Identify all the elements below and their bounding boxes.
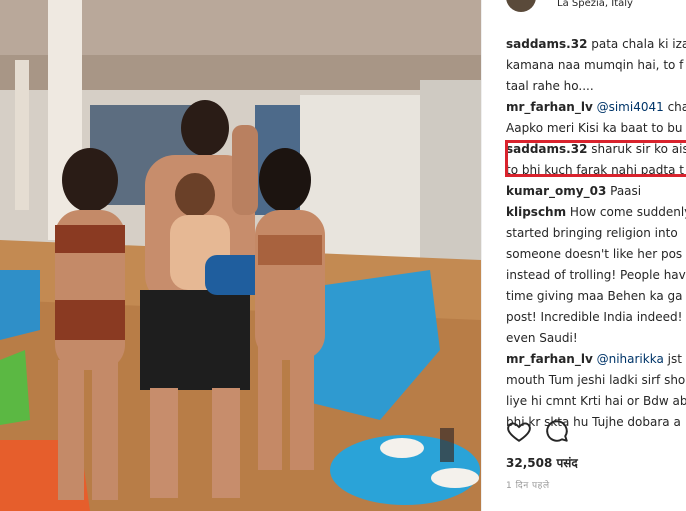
comment-line: mouth Tum jeshi ladki sirf sho [506,372,686,389]
comment-mention[interactable]: @simi4041 [593,100,664,114]
comment-text: instead of trolling! People hav [506,268,686,282]
comment-text: Paasi [606,184,642,198]
comment-item: klipschm How come suddenly started bringi… [506,204,686,347]
comment-text: started bringing religion into [506,226,678,240]
heart-icon[interactable] [506,418,532,444]
post-timestamp: 1 दिन पहले [506,481,550,491]
comments-panel: La Spezia, Italy saddams.32 pata chala k… [481,0,686,511]
likes-count[interactable]: 32,508 पसंद [506,454,578,471]
comment-item: mr_farhan_lv @simi4041 chal Aapko meri Ki… [506,99,686,137]
comment-username[interactable]: kumar_omy_03 [506,184,606,198]
comment-text: post! Incredible India indeed! [506,310,683,324]
comment-item: kumar_omy_03 Paasi [506,183,686,200]
comment-item: saddams.32 pata chala ki izat kamana naa … [506,36,686,95]
comment-text: bhi kr skta hu Tujhe dobara a [506,415,681,429]
comment-line: bhi kr skta hu Tujhe dobara a [506,414,686,431]
comment-text: kamana naa mumqin hai, to f [506,58,684,72]
comment-line: even Saudi! [506,330,686,347]
comment-username[interactable]: mr_farhan_lv [506,100,593,114]
comment-text: even Saudi! [506,331,578,345]
comment-line: taal rahe ho.... [506,78,686,95]
comment-line: kumar_omy_03 Paasi [506,183,686,200]
comment-text: pata chala ki izat [587,37,686,51]
post-location[interactable]: La Spezia, Italy [557,0,633,9]
comment-line: mr_farhan_lv @simi4041 chal [506,99,686,116]
comment-mention[interactable]: @niharikka [593,352,664,366]
comment-text: time giving maa Behen ka ga [506,289,683,303]
comment-line: liye hi cmnt Krti hai or Bdw ab [506,393,686,410]
comment-text: taal rahe ho.... [506,79,594,93]
comment-line: Aapko meri Kisi ka baat to bu [506,120,686,137]
comment-text: Aapko meri Kisi ka baat to bu [506,121,683,135]
comment-text: someone doesn't like her pos [506,247,683,261]
comment-line: kamana naa mumqin hai, to f [506,57,686,74]
comment-icon[interactable] [544,418,570,444]
comment-line: time giving maa Behen ka ga [506,288,686,305]
avatar[interactable] [506,0,536,12]
comment-text: liye hi cmnt Krti hai or Bdw ab [506,394,686,408]
comment-line: started bringing religion into [506,225,686,242]
comment-username[interactable]: klipschm [506,205,566,219]
post-photo[interactable] [0,0,481,511]
comment-line: mr_farhan_lv @niharikka jst S [506,351,686,368]
comment-username[interactable]: mr_farhan_lv [506,352,593,366]
post-header: La Spezia, Italy [482,0,686,14]
highlight-box [505,140,686,177]
comment-text: chal [667,100,686,114]
comment-text: mouth Tum jeshi ladki sirf sho [506,373,686,387]
comment-line: klipschm How come suddenly [506,204,686,221]
comment-line: someone doesn't like her pos [506,246,686,263]
comment-text: How come suddenly [566,205,686,219]
comment-username[interactable]: saddams.32 [506,37,587,51]
comment-line: instead of trolling! People hav [506,267,686,284]
comment-list: saddams.32 pata chala ki izat kamana naa … [506,36,686,435]
comment-line: saddams.32 pata chala ki izat [506,36,686,53]
comment-line: post! Incredible India indeed! [506,309,686,326]
comment-text: jst S [667,352,686,366]
comment-item: mr_farhan_lv @niharikka jst S mouth Tum j… [506,351,686,431]
